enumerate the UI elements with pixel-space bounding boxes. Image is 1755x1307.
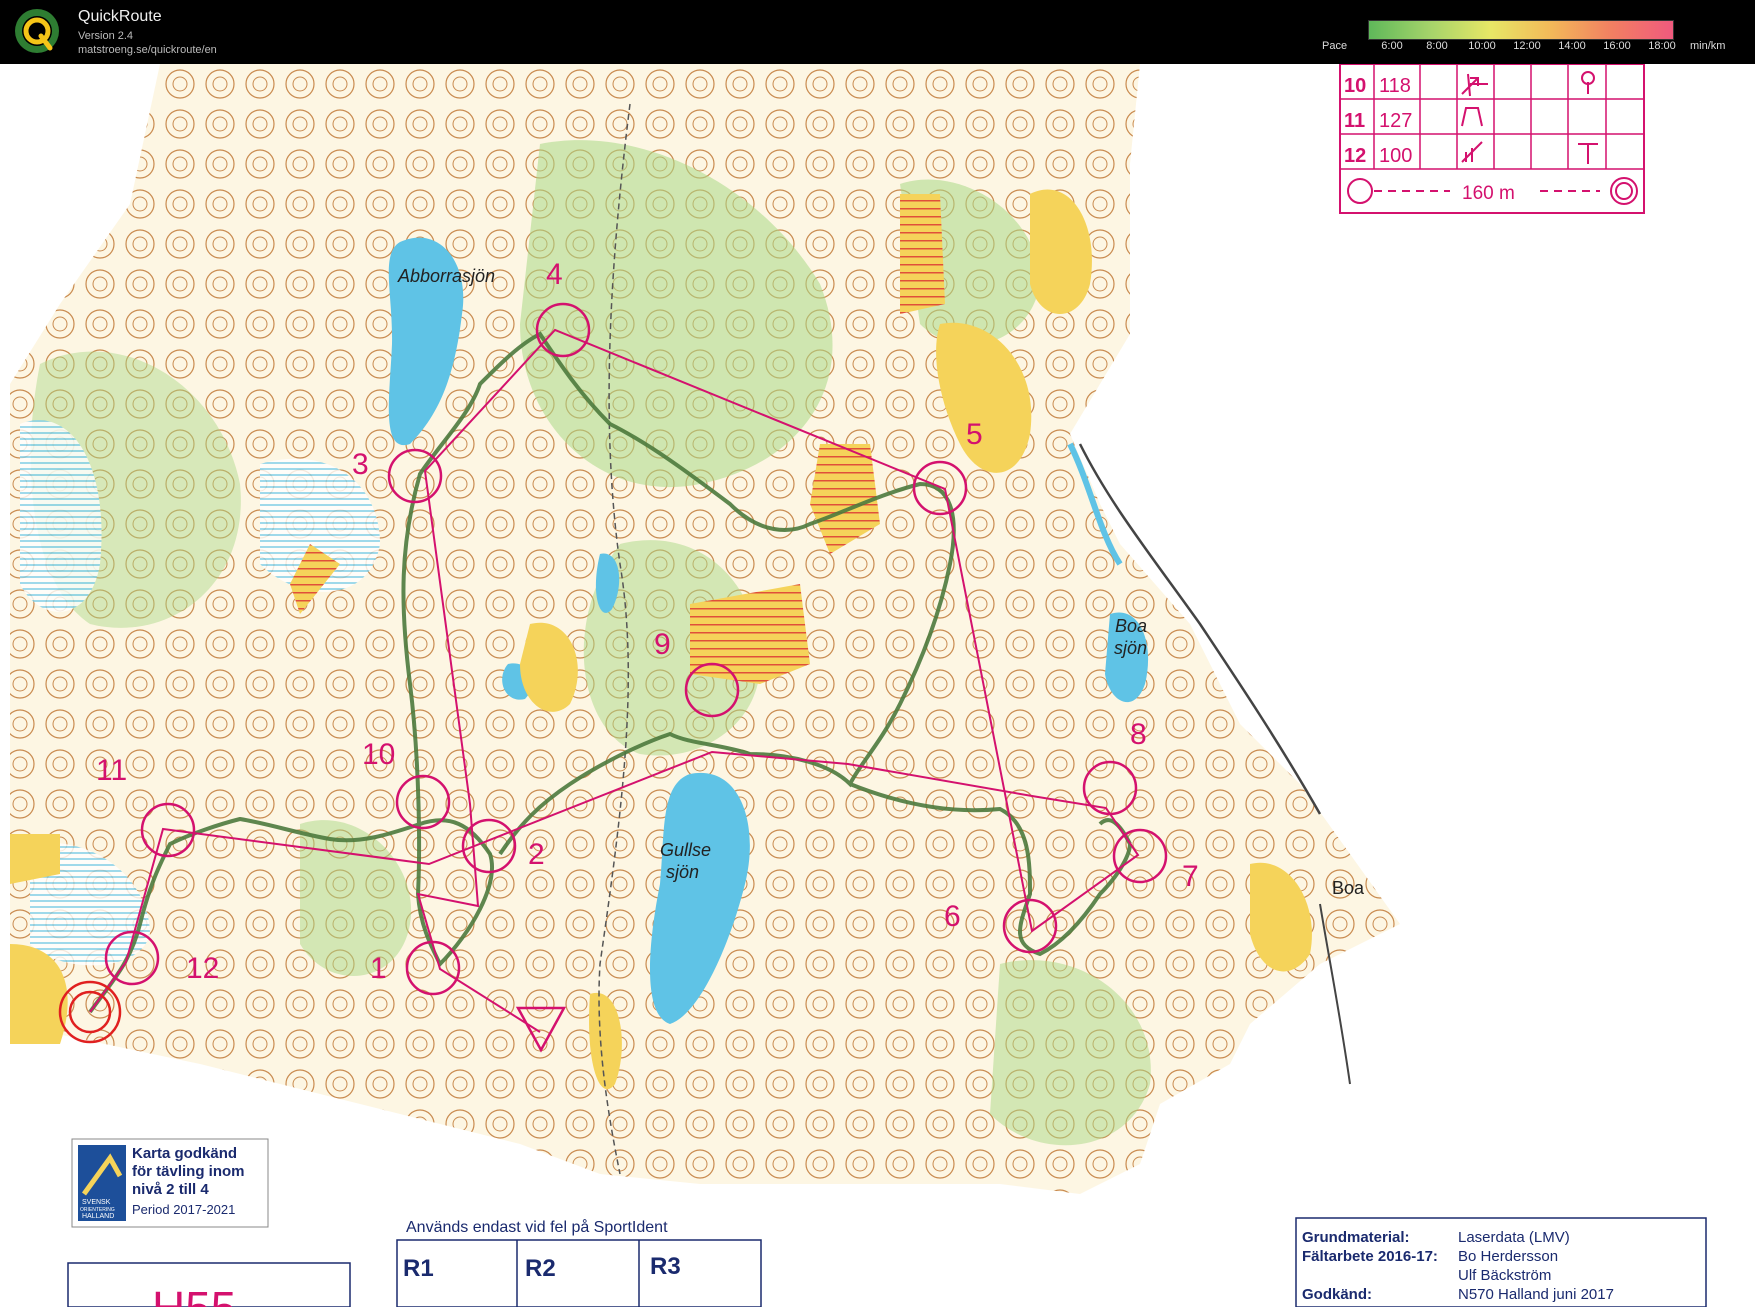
quickroute-logo-icon (15, 9, 59, 53)
control-number-12: 12 (186, 952, 219, 985)
place-boasjon-1: Boa (1115, 616, 1147, 636)
pace-tick-label: 14:00 (1558, 40, 1586, 52)
sportident-heading: Används endast vid fel på SportIdent (406, 1218, 668, 1236)
control-number-6: 6 (944, 900, 961, 933)
desc-row-10-code: 118 (1379, 75, 1411, 97)
approval-line-1: Karta godkänd (132, 1145, 237, 1162)
desc-finish-distance: 160 m (1462, 183, 1515, 204)
place-boasjon-2: sjön (1114, 638, 1147, 658)
pace-tick-label: 6:00 (1381, 40, 1403, 52)
punch-box-r3: R3 (650, 1253, 681, 1280)
desc-row-11-num: 11 (1344, 110, 1365, 132)
credit-value-4: N570 Halland juni 2017 (1458, 1286, 1614, 1303)
approval-box: SVENSK ORIENTERING HALLAND Karta godkänd… (71, 1138, 269, 1228)
control-number-10: 10 (362, 738, 395, 771)
approval-line-3: nivå 2 till 4 (132, 1181, 209, 1198)
place-gullsesjon-2: sjön (666, 862, 699, 882)
pace-tick-label: 12:00 (1513, 40, 1541, 52)
app-version: Version 2.4 (78, 30, 134, 42)
place-gullsesjon-1: Gullse (660, 840, 711, 860)
logo-text-3: HALLAND (82, 1213, 114, 1220)
place-boa: Boa (1332, 878, 1365, 898)
approval-line-2: för tävling inom (132, 1163, 245, 1180)
credits-box: Grundmaterial: Laserdata (LMV) Fältarbet… (1295, 1217, 1707, 1307)
class-label-box: H55 (67, 1262, 351, 1307)
logo-text-1: SVENSK (82, 1199, 111, 1206)
approval-line-4: Period 2017-2021 (132, 1202, 235, 1217)
punch-box-r1: R1 (403, 1255, 434, 1282)
orienteering-map[interactable]: 1 2 3 4 5 6 7 8 9 10 11 12 Abborrasjön G… (0, 64, 1755, 1307)
credit-value-3: Ulf Bäckström (1458, 1267, 1551, 1284)
credit-value-2: Bo Herdersson (1458, 1248, 1558, 1265)
pace-label: Pace (1322, 40, 1348, 52)
sportident-box: Används endast vid fel på SportIdent R1 … (396, 1218, 762, 1307)
credit-value-1: Laserdata (LMV) (1458, 1229, 1570, 1246)
class-label: H55 (152, 1282, 236, 1307)
control-number-7: 7 (1182, 860, 1199, 893)
credit-label-4: Godkänd: (1302, 1286, 1372, 1303)
credit-label-1: Grundmaterial: (1302, 1229, 1410, 1246)
desc-row-11-code: 127 (1379, 110, 1412, 132)
punch-box-r2: R2 (525, 1255, 556, 1282)
control-description-sheet: 10 118 11 127 12 100 160 m (1339, 64, 1645, 214)
control-number-8: 8 (1130, 718, 1147, 751)
map-terrain (10, 64, 1400, 1194)
desc-row-10-num: 10 (1344, 75, 1366, 97)
control-number-2: 2 (528, 838, 545, 871)
control-number-1: 1 (370, 952, 387, 985)
desc-row-12-code: 100 (1379, 145, 1412, 167)
app-url[interactable]: matstroeng.se/quickroute/en (78, 44, 217, 56)
control-number-11: 11 (96, 754, 127, 787)
pace-tick-label: 18:00 (1648, 40, 1676, 52)
open-land-hatched (900, 194, 945, 314)
credit-label-2: Fältarbete 2016-17: (1302, 1248, 1438, 1265)
place-abborrasjon: Abborrasjön (397, 266, 495, 286)
app-name: QuickRoute (78, 8, 162, 25)
pace-tick-label: 8:00 (1426, 40, 1448, 52)
control-number-5: 5 (966, 418, 983, 451)
pace-unit: min/km (1690, 40, 1726, 52)
title-bar: QuickRoute Version 2.4 matstroeng.se/qui… (0, 0, 1755, 64)
control-number-4: 4 (546, 258, 563, 291)
pace-tick-label: 10:00 (1468, 40, 1496, 52)
control-number-9: 9 (654, 628, 671, 661)
desc-row-12-num: 12 (1344, 145, 1366, 167)
control-number-3: 3 (352, 448, 369, 481)
pace-color-bar (1368, 20, 1674, 40)
pace-tick-label: 16:00 (1603, 40, 1631, 52)
